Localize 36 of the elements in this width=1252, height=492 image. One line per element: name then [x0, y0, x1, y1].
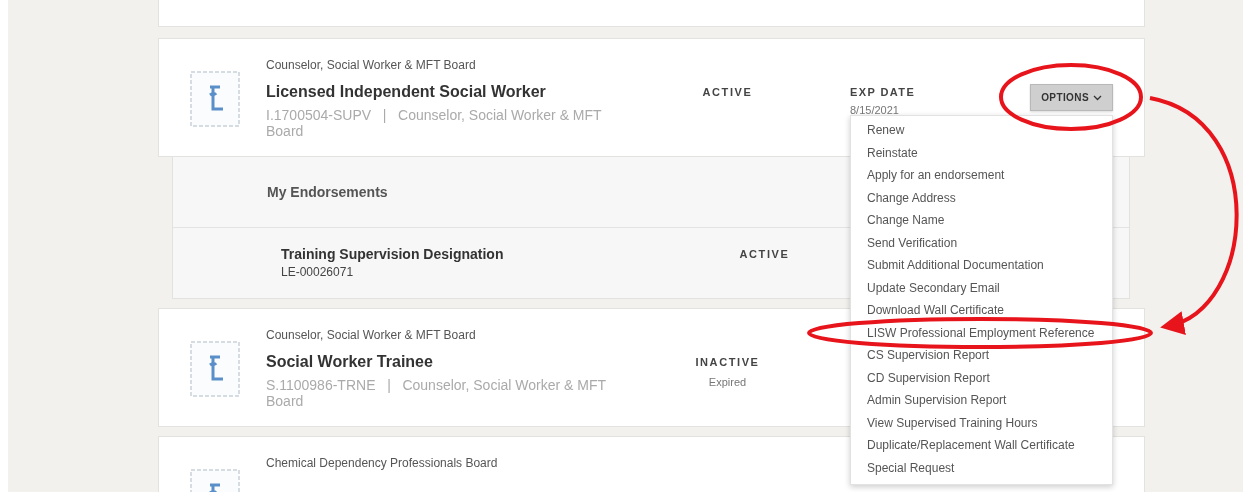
board-name: Chemical Dependency Professionals Board [266, 456, 498, 470]
exp-date-label: EXP DATE [850, 86, 916, 98]
menu-item[interactable]: Send Verification [867, 235, 958, 251]
board-name: Counselor, Social Worker & MFT Board [266, 58, 476, 72]
seal-icon [190, 341, 240, 397]
menu-item[interactable]: Change Address [867, 190, 956, 206]
license-detail: S.1100986-TRNE | Counselor, Social Worker & MFT Board [266, 377, 606, 409]
license-title: Licensed Independent Social Worker [266, 82, 547, 102]
menu-item[interactable]: Admin Supervision Report [867, 393, 1007, 408]
menu-item[interactable]: LISW Professional Employment Reference [867, 325, 1095, 341]
status-note: Expired [708, 376, 747, 388]
menu-item[interactable]: View Supervised Training Hours [867, 415, 1038, 431]
exp-date: 8/15/2021 [850, 104, 899, 116]
status-label: INACTIVE [695, 356, 760, 368]
options-button[interactable]: OPTIONS [1030, 84, 1113, 111]
menu-item[interactable]: Special Request [867, 460, 955, 476]
menu-item[interactable]: Change Name [867, 213, 945, 228]
endorsement-title: Training Supervision Designation [281, 246, 504, 262]
menu-item[interactable]: Submit Additional Documentation [867, 258, 1044, 273]
menu-item[interactable]: Reinstate [867, 145, 918, 161]
license-title: Social Worker Trainee [266, 352, 434, 372]
menu-item[interactable]: Download Wall Certificate [867, 303, 1004, 318]
board-name: Counselor, Social Worker & MFT Board [266, 328, 476, 342]
menu-item[interactable]: Apply for an endorsement [867, 168, 1005, 183]
menu-item[interactable]: Update Secondary Email [867, 280, 1000, 296]
license-detail: I.1700504-SUPV | Counselor, Social Worker & MFT Board [266, 107, 603, 139]
section-heading: My Endorsements [267, 184, 388, 200]
seal-icon [190, 71, 240, 127]
status-label: ACTIVE [702, 86, 753, 98]
menu-item[interactable]: Renew [867, 123, 905, 138]
status-label: ACTIVE [738, 248, 791, 262]
menu-item[interactable]: CS Supervision Report [867, 348, 990, 363]
endorsement-number: LE-00026071 [281, 265, 354, 279]
menu-item[interactable]: Duplicate/Replacement Wall Certificate [867, 438, 1075, 453]
menu-item[interactable]: CD Supervision Report [867, 370, 990, 386]
chevron-icon [1093, 94, 1102, 101]
